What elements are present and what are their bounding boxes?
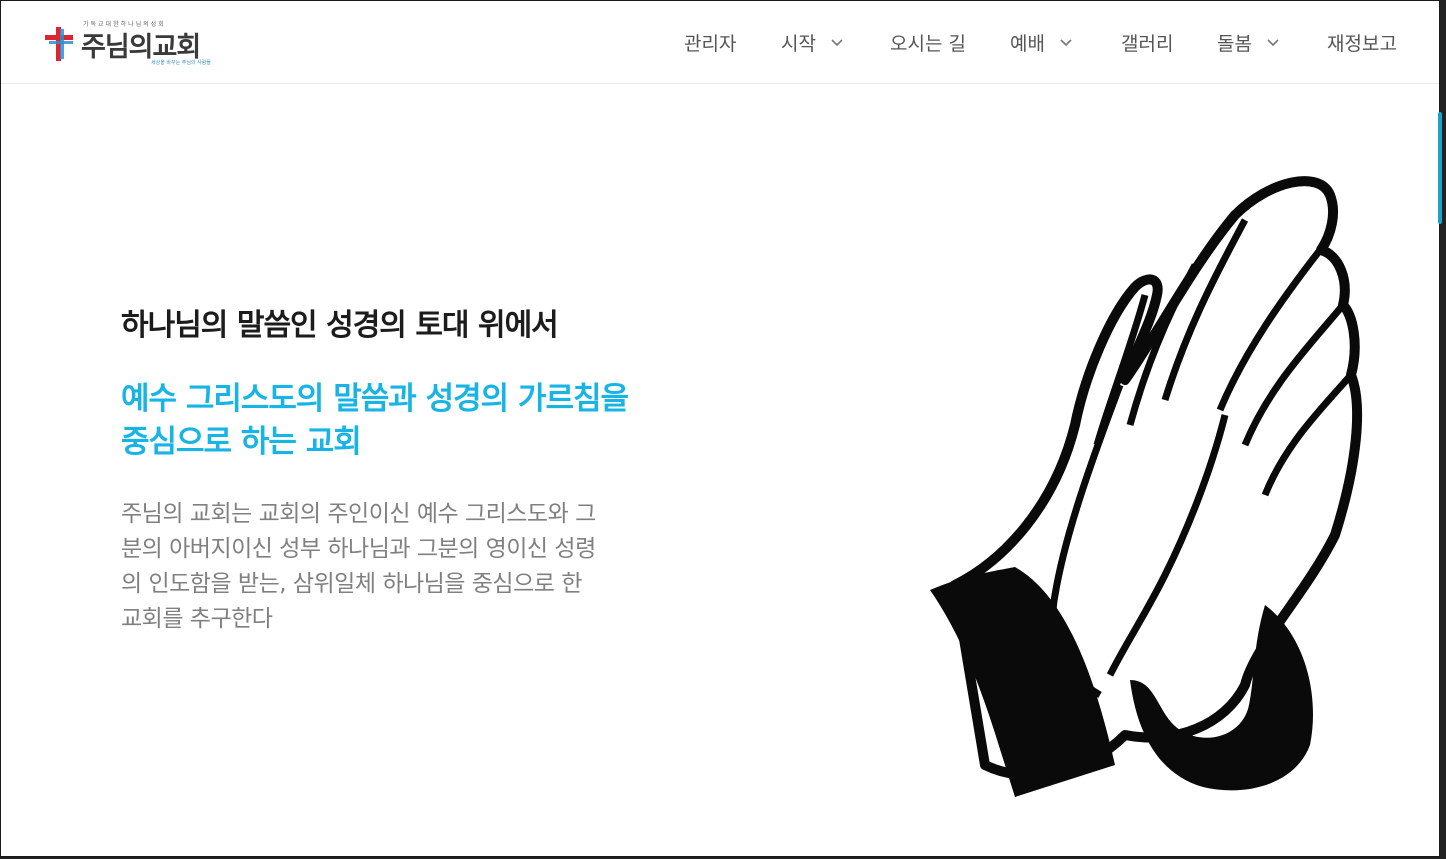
site-logo[interactable]: 기독교대한하나님의성회 주님의교회 세상을 바꾸는 주님의 사람들 xyxy=(43,19,215,71)
hero-description-line: 교회를 추구한다 xyxy=(121,606,273,632)
nav-item-gallery[interactable]: 갤러리 xyxy=(1121,30,1174,55)
nav-item-worship[interactable]: 예배 xyxy=(1010,30,1073,55)
praying-hands-icon xyxy=(930,176,1363,797)
nav-label: 오시는 길 xyxy=(890,32,966,55)
chevron-down-icon xyxy=(1060,39,1072,47)
hero-description-line: 주님의 교회는 교회의 주인이신 예수 그리스도와 그 xyxy=(121,501,596,527)
nav-item-care[interactable]: 돌봄 xyxy=(1217,30,1280,55)
nav-label: 관리자 xyxy=(684,32,737,55)
chevron-down-icon xyxy=(831,39,843,47)
hero-description-line: 의 인도함을 받는, 삼위일체 하나님을 중심으로 한 xyxy=(121,571,582,597)
nav-item-finance-report[interactable]: 재정보고 xyxy=(1327,30,1397,55)
scrollbar-thumb[interactable] xyxy=(1438,112,1442,224)
hero-subheading: 예수 그리스도의 말씀과 성경의 가르침을 중심으로 하는 교회 xyxy=(121,378,681,464)
nav-item-start[interactable]: 시작 xyxy=(781,30,844,55)
chevron-down-icon xyxy=(1267,39,1279,47)
hero-heading: 하나님의 말씀인 성경의 토대 위에서 xyxy=(121,308,559,343)
nav-item-directions[interactable]: 오시는 길 xyxy=(890,30,966,55)
hero-description: 주님의 교회는 교회의 주인이신 예수 그리스도와 그 분의 아버지이신 성부 … xyxy=(121,497,661,637)
hero-subheading-line: 중심으로 하는 교회 xyxy=(121,424,362,460)
hero-subheading-line: 예수 그리스도의 말씀과 성경의 가르침을 xyxy=(121,381,629,417)
logo-slogan: 세상을 바꾸는 주님의 사람들 xyxy=(151,60,211,66)
nav-label: 재정보고 xyxy=(1327,32,1397,55)
cross-icon xyxy=(45,27,73,61)
site-header: 기독교대한하나님의성회 주님의교회 세상을 바꾸는 주님의 사람들 관리자 시작… xyxy=(1,1,1439,84)
nav-label: 시작 xyxy=(781,32,816,55)
nav-item-admin[interactable]: 관리자 xyxy=(684,30,737,55)
nav-label: 돌봄 xyxy=(1217,32,1252,55)
nav-label: 갤러리 xyxy=(1121,32,1174,55)
hero-description-line: 분의 아버지이신 성부 하나님과 그분의 영이신 성령 xyxy=(121,536,596,562)
nav-label: 예배 xyxy=(1010,32,1045,55)
